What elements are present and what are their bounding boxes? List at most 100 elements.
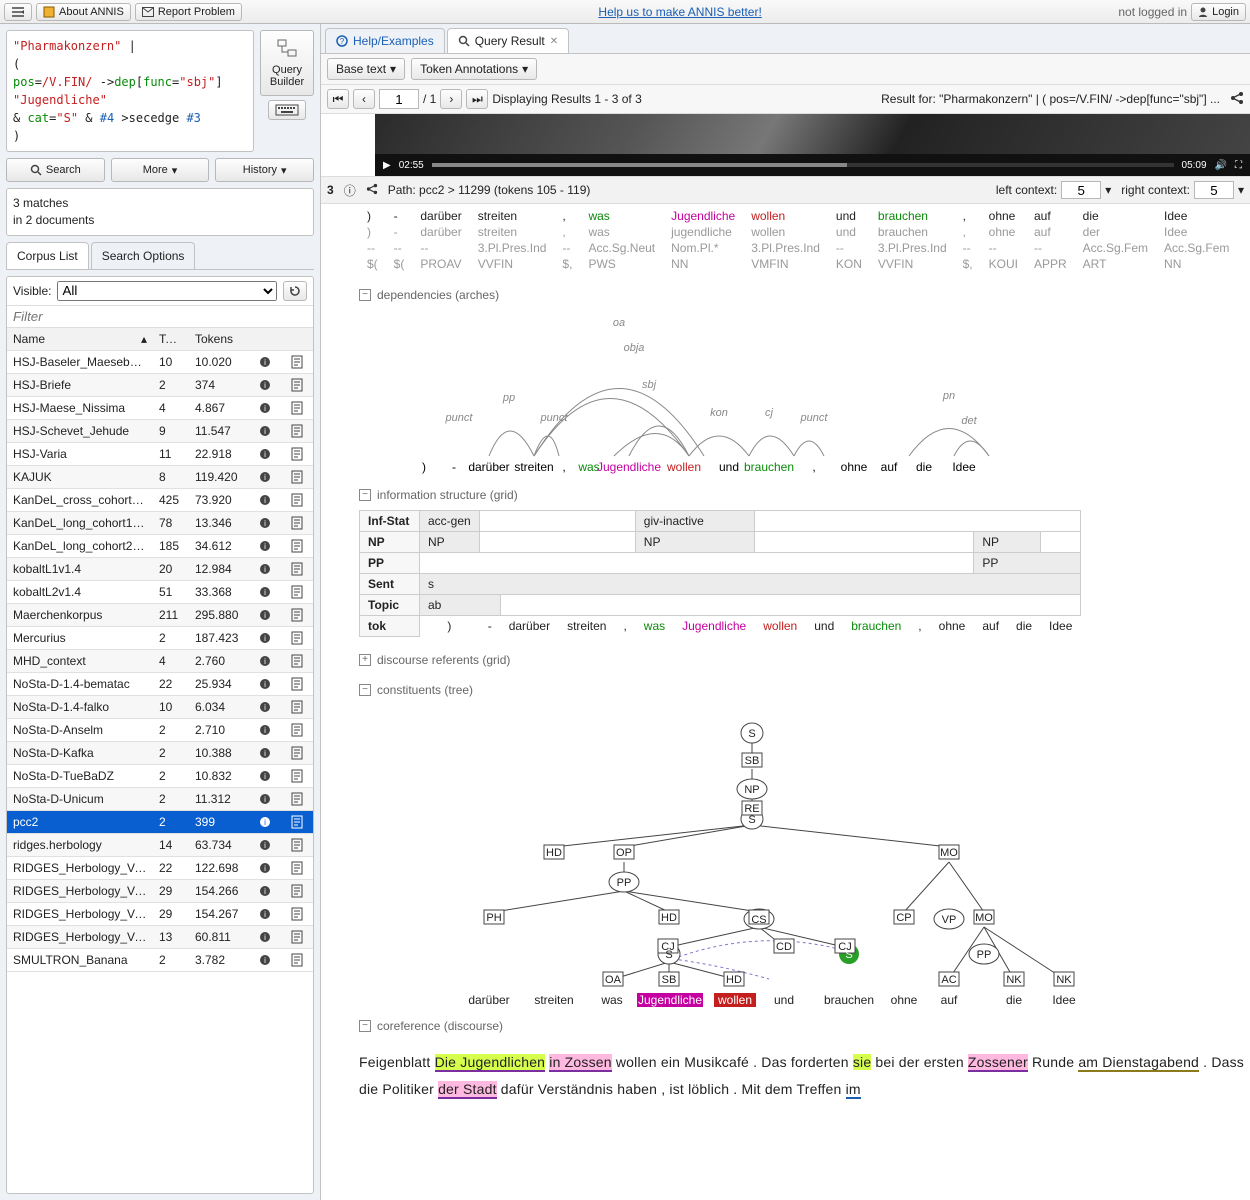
info-icon[interactable]: ⓘ: [344, 182, 356, 199]
left-ctx-input[interactable]: [1061, 181, 1101, 199]
svg-text:S: S: [748, 814, 755, 826]
svg-text:i: i: [264, 519, 266, 528]
table-row[interactable]: SMULTRON_Banana23.782i: [7, 949, 313, 972]
more-button[interactable]: More▾: [111, 158, 210, 182]
table-row[interactable]: KAJUK8119.420i: [7, 466, 313, 489]
svg-text:i: i: [264, 864, 266, 873]
table-row[interactable]: NoSta-D-1.4-falko106.034i: [7, 696, 313, 719]
nav-last-button[interactable]: ⏭: [466, 89, 488, 109]
svg-text:NK: NK: [1056, 974, 1072, 986]
table-row[interactable]: HSJ-Varia1122.918i: [7, 443, 313, 466]
caret-down-icon[interactable]: ▾: [1105, 183, 1111, 197]
mail-icon: [142, 7, 154, 17]
tab-corpus-list[interactable]: Corpus List: [6, 242, 89, 269]
tab-search-options[interactable]: Search Options: [91, 242, 196, 269]
section-coreference[interactable]: −coreference (discourse): [359, 1015, 1250, 1037]
share-icon[interactable]: [366, 183, 378, 198]
nav-first-button[interactable]: ⏮: [327, 89, 349, 109]
token-grid: )-darüberstreiten,wasJugendlichewollenun…: [321, 204, 1250, 280]
history-button[interactable]: History▾: [215, 158, 314, 182]
right-ctx-input[interactable]: [1194, 181, 1234, 199]
help-annis-link[interactable]: Help us to make ANNIS better!: [598, 5, 761, 19]
svg-text:brauchen: brauchen: [744, 460, 794, 474]
share-icon[interactable]: [1230, 91, 1244, 108]
svg-text:was: was: [600, 993, 622, 1007]
path-text: Path: pcc2 > 11299 (tokens 105 - 119): [388, 183, 591, 197]
svg-text:i: i: [264, 657, 266, 666]
play-icon[interactable]: ▶: [383, 160, 391, 171]
close-icon[interactable]: ✕: [550, 36, 558, 47]
table-row[interactable]: HSJ-Maese_Nissima44.867i: [7, 397, 313, 420]
query-editor[interactable]: "Pharmakonzern" | ( pos=/V.FIN/ ->dep[fu…: [6, 30, 254, 152]
svg-text:streiten: streiten: [534, 993, 573, 1007]
table-row[interactable]: ridges.herbology1463.734i: [7, 834, 313, 857]
section-info-struct[interactable]: −information structure (grid): [359, 484, 1250, 506]
svg-text:auf: auf: [881, 460, 898, 474]
svg-text:PH: PH: [486, 912, 501, 924]
col-tokens[interactable]: Tokens: [189, 328, 249, 350]
table-row[interactable]: HSJ-Schevet_Jehude911.547i: [7, 420, 313, 443]
svg-text:obja: obja: [624, 342, 645, 354]
query-builder-button[interactable]: Query Builder: [260, 30, 314, 96]
table-row[interactable]: MHD_context42.760i: [7, 650, 313, 673]
reload-button[interactable]: [283, 281, 307, 301]
table-row[interactable]: RIDGES_Herbology_Version22122.698i: [7, 857, 313, 880]
table-row[interactable]: RIDGES_Herbology_Version1360.811i: [7, 926, 313, 949]
table-row[interactable]: KanDeL_cross_cohort_v2.042573.920i: [7, 489, 313, 512]
svg-text:darüber: darüber: [468, 993, 509, 1007]
svg-text:i: i: [264, 933, 266, 942]
search-button[interactable]: Search: [6, 158, 105, 182]
nav-prev-button[interactable]: ‹: [353, 89, 375, 109]
svg-text:SB: SB: [745, 755, 760, 767]
table-row[interactable]: NoSta-D-TueBaDZ210.832i: [7, 765, 313, 788]
video-player[interactable]: ▶ 02:55 05:09 🔊 ⛶: [375, 114, 1250, 176]
table-row[interactable]: kobaltL1v1.42012.984i: [7, 558, 313, 581]
about-button[interactable]: About ANNIS: [36, 3, 131, 21]
table-row[interactable]: pcc22399i: [7, 811, 313, 834]
caret-down-icon: ▾: [172, 164, 178, 177]
table-row[interactable]: NoSta-D-Anselm22.710i: [7, 719, 313, 742]
tab-help-examples[interactable]: ?Help/Examples: [325, 28, 445, 53]
visible-select[interactable]: All: [57, 281, 277, 301]
keyboard-button[interactable]: [268, 100, 306, 120]
table-row[interactable]: HSJ-Baseler_Maesebuch1010.020i: [7, 351, 313, 374]
table-row[interactable]: NoSta-D-Kafka210.388i: [7, 742, 313, 765]
report-problem-button[interactable]: Report Problem: [135, 3, 242, 21]
table-row[interactable]: Maerchenkorpus211295.880i: [7, 604, 313, 627]
table-row[interactable]: RIDGES_Herbology_Version29154.267i: [7, 903, 313, 926]
table-row[interactable]: NoSta-D-Unicum211.312i: [7, 788, 313, 811]
video-progress[interactable]: [432, 163, 1174, 167]
right-ctx-label: right context:: [1121, 183, 1190, 197]
table-row[interactable]: KanDeL_long_cohort2_v2.018534.612i: [7, 535, 313, 558]
svg-text:punct: punct: [540, 412, 569, 424]
svg-text:pp: pp: [502, 392, 515, 404]
tab-query-result[interactable]: Query Result✕: [447, 28, 569, 53]
caret-down-icon[interactable]: ▾: [1238, 183, 1244, 197]
svg-text:OA: OA: [605, 974, 622, 986]
sidebar-toggle[interactable]: [4, 3, 32, 21]
section-constituents[interactable]: −constituents (tree): [359, 679, 1250, 701]
col-name[interactable]: Name ▴: [7, 328, 153, 350]
nav-next-button[interactable]: ›: [440, 89, 462, 109]
table-row[interactable]: NoSta-D-1.4-bematac2225.934i: [7, 673, 313, 696]
section-discourse-ref[interactable]: +discourse referents (grid): [359, 649, 1250, 671]
corpus-filter-input[interactable]: [7, 305, 313, 328]
fullscreen-icon[interactable]: ⛶: [1235, 160, 1242, 171]
status-line1: 3 matches: [13, 195, 307, 212]
volume-icon[interactable]: 🔊: [1215, 160, 1227, 171]
token-anno-dropdown[interactable]: Token Annotations▾: [411, 58, 537, 80]
svg-text:OP: OP: [616, 847, 632, 859]
base-text-dropdown[interactable]: Base text▾: [327, 58, 405, 80]
table-row[interactable]: HSJ-Briefe2374i: [7, 374, 313, 397]
col-texts[interactable]: Texts: [153, 328, 189, 350]
nav-page-input[interactable]: [379, 89, 419, 109]
nav-resultfor: Result for: "Pharmakonzern" | ( pos=/V.F…: [646, 92, 1220, 106]
svg-text:?: ?: [340, 37, 345, 46]
svg-text:ohne: ohne: [841, 460, 868, 474]
table-row[interactable]: kobaltL2v1.45133.368i: [7, 581, 313, 604]
table-row[interactable]: KanDeL_long_cohort1_v2.07813.346i: [7, 512, 313, 535]
table-row[interactable]: Mercurius2187.423i: [7, 627, 313, 650]
section-dependencies[interactable]: −dependencies (arches): [359, 284, 1250, 306]
login-button[interactable]: Login: [1191, 3, 1246, 21]
table-row[interactable]: RIDGES_Herbology_Version29154.266i: [7, 880, 313, 903]
